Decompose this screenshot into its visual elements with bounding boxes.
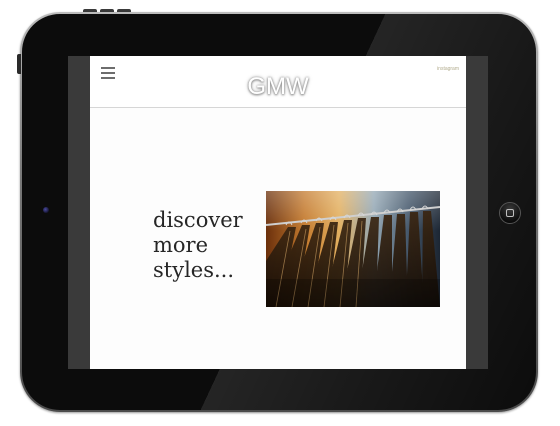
site-logo[interactable]: GMW [90,73,466,101]
website-screen: GMW instagram discover more styles... [90,56,466,369]
device-mockup-stage: GMW instagram discover more styles... [0,0,560,426]
tagline-line: more [153,233,209,257]
tagline-line: discover [153,208,243,232]
home-button-square [506,209,514,217]
side-switch [17,54,21,74]
hero-tagline: discover more styles... [153,208,263,283]
site-header: GMW instagram [90,56,466,108]
front-camera-icon [43,207,49,213]
instagram-link[interactable]: instagram [437,66,459,72]
home-button-icon[interactable] [499,202,521,224]
tagline-line: styles... [153,258,235,282]
clothing-rack-photo [266,191,440,307]
